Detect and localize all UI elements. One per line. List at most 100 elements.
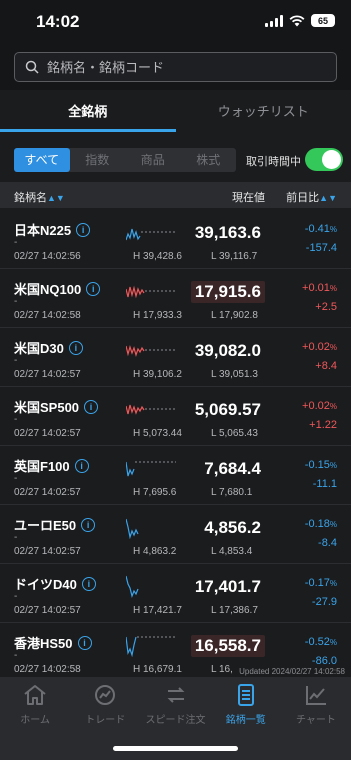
filter-index[interactable]: 指数	[70, 148, 126, 172]
battery-icon: 65	[311, 14, 335, 27]
change-value: +2.5	[315, 301, 337, 313]
symbol-time: 02/27 14:02:57	[14, 487, 81, 498]
low-price: L 5,065.43	[211, 428, 258, 439]
change-percent-value: +0.01	[302, 282, 330, 294]
tab-home-label: ホーム	[20, 715, 50, 726]
info-icon[interactable]: i	[86, 281, 101, 296]
change-value: -86.0	[311, 655, 337, 667]
wifi-icon	[289, 14, 305, 26]
info-icon[interactable]: i	[81, 576, 96, 591]
symbol-time: 02/27 14:02:56	[14, 251, 81, 262]
sparkline-chart	[126, 285, 176, 299]
trading-hours-toggle[interactable]	[305, 148, 343, 171]
percent-unit: %	[329, 579, 337, 588]
tab-trade-label: トレード	[85, 715, 126, 726]
search-box[interactable]	[14, 52, 337, 82]
list-icon	[237, 684, 254, 706]
percent-unit: %	[329, 402, 337, 411]
symbol-name: 米国NQ100	[14, 282, 82, 297]
info-icon[interactable]: i	[81, 517, 96, 532]
high-price: H 17,933.3	[133, 310, 182, 321]
symbol-row[interactable]: ユーロE50 i - 02/27 14:02:57 4,856.2 H 4,863…	[0, 505, 351, 564]
change-value: -157.4	[305, 242, 337, 254]
symbol-sub: -	[14, 414, 18, 425]
high-price: H 16,679.1	[133, 664, 182, 675]
tab-watchlist[interactable]: ウォッチリスト	[176, 92, 351, 132]
symbol-row[interactable]: 日本N225 i - 02/27 14:02:56 39,163.6 H 39,4…	[0, 210, 351, 269]
sort-by-name[interactable]: 銘柄名▲▼	[14, 189, 65, 205]
home-icon	[24, 685, 46, 705]
change-percent: +0.02%	[302, 341, 337, 353]
change-percent-value: -0.17	[304, 577, 330, 589]
info-icon[interactable]: i	[84, 399, 99, 414]
low-price: L 16,	[211, 664, 233, 675]
change-percent: -0.18%	[305, 518, 337, 530]
search-icon	[25, 60, 39, 74]
tab-home[interactable]: ホーム	[0, 677, 70, 760]
updated-timestamp: Updated 2024/02/27 14:02:58	[237, 667, 347, 676]
percent-unit: %	[329, 284, 337, 293]
filter-commodity[interactable]: 商品	[125, 148, 181, 172]
tab-chart[interactable]: チャート	[281, 677, 351, 760]
change-percent-value: -0.41	[304, 223, 330, 235]
low-price: L 39,051.3	[211, 369, 258, 380]
filter-stock[interactable]: 株式	[181, 148, 237, 172]
info-icon[interactable]: i	[74, 458, 89, 473]
current-price: 17,401.7	[194, 577, 261, 596]
current-price: 17,915.6	[190, 281, 265, 303]
symbol-row[interactable]: ドイツD40 i - 02/27 14:02:57 17,401.7 H 17,4…	[0, 564, 351, 623]
change-percent: +0.02%	[302, 400, 337, 412]
sparkline-chart	[126, 344, 176, 358]
low-price: L 17,386.7	[211, 605, 258, 616]
low-price: L 17,902.8	[211, 310, 258, 321]
change-percent-value: +0.02	[302, 400, 330, 412]
trade-icon	[95, 685, 116, 705]
filter-all[interactable]: すべて	[14, 148, 70, 172]
low-price: L 4,853.4	[211, 546, 253, 557]
symbol-name-wrap: 日本N225 i	[14, 220, 91, 239]
symbol-sub: -	[14, 296, 18, 307]
high-price: H 39,106.2	[133, 369, 182, 380]
symbol-sub: -	[14, 591, 18, 602]
sparkline-chart	[126, 404, 176, 415]
symbol-sub: -	[14, 355, 18, 366]
info-icon[interactable]: i	[77, 635, 92, 650]
percent-unit: %	[329, 343, 337, 352]
symbol-name-wrap: 米国SP500 i	[14, 397, 99, 416]
sort-by-change[interactable]: 前日比▲▼	[286, 189, 337, 205]
search-input[interactable]	[47, 59, 307, 75]
tab-all-symbols[interactable]: 全銘柄	[0, 92, 176, 132]
home-indicator	[113, 746, 238, 751]
symbol-name-wrap: ドイツD40 i	[14, 574, 96, 593]
symbol-list: 日本N225 i - 02/27 14:02:56 39,163.6 H 39,4…	[0, 210, 351, 682]
tabs: 全銘柄 ウォッチリスト	[0, 92, 351, 132]
current-price: 39,082.0	[194, 341, 261, 360]
symbol-name-wrap: 米国D30 i	[14, 338, 83, 357]
category-filter: すべて 指数 商品 株式	[14, 148, 236, 172]
column-change-label: 前日比	[286, 192, 320, 204]
symbol-row[interactable]: 米国SP500 i - 02/27 14:02:57 5,069.57 H 5,0…	[0, 387, 351, 446]
symbol-name-wrap: 米国NQ100 i	[14, 279, 101, 298]
change-value: -27.9	[311, 596, 337, 608]
info-icon[interactable]: i	[68, 340, 83, 355]
symbol-row[interactable]: 米国D30 i - 02/27 14:02:57 39,082.0 H 39,10…	[0, 328, 351, 387]
symbol-time: 02/27 14:02:57	[14, 428, 81, 439]
change-percent: -0.41%	[305, 223, 337, 235]
symbol-row[interactable]: 英国F100 i - 02/27 14:02:57 7,684.4 H 7,695…	[0, 446, 351, 505]
high-price: H 39,428.6	[133, 251, 182, 262]
symbol-time: 02/27 14:02:57	[14, 546, 81, 557]
column-price-label: 現在値	[232, 192, 265, 204]
current-price: 5,069.57	[194, 400, 261, 419]
change-value: -8.4	[318, 537, 337, 549]
high-price: H 7,695.6	[133, 487, 177, 498]
info-icon[interactable]: i	[76, 222, 91, 237]
symbol-name: 英国F100	[14, 459, 70, 474]
speed-order-icon	[167, 687, 184, 703]
symbol-row[interactable]: 米国NQ100 i - 02/27 14:02:58 17,915.6 H 17,…	[0, 269, 351, 328]
symbol-sub: -	[14, 532, 18, 543]
high-price: H 5,073.44	[133, 428, 182, 439]
sparkline-chart	[126, 461, 176, 477]
low-price: L 39,116.7	[211, 251, 258, 262]
current-price: 39,163.6	[194, 223, 261, 242]
low-price: L 7,680.1	[211, 487, 253, 498]
